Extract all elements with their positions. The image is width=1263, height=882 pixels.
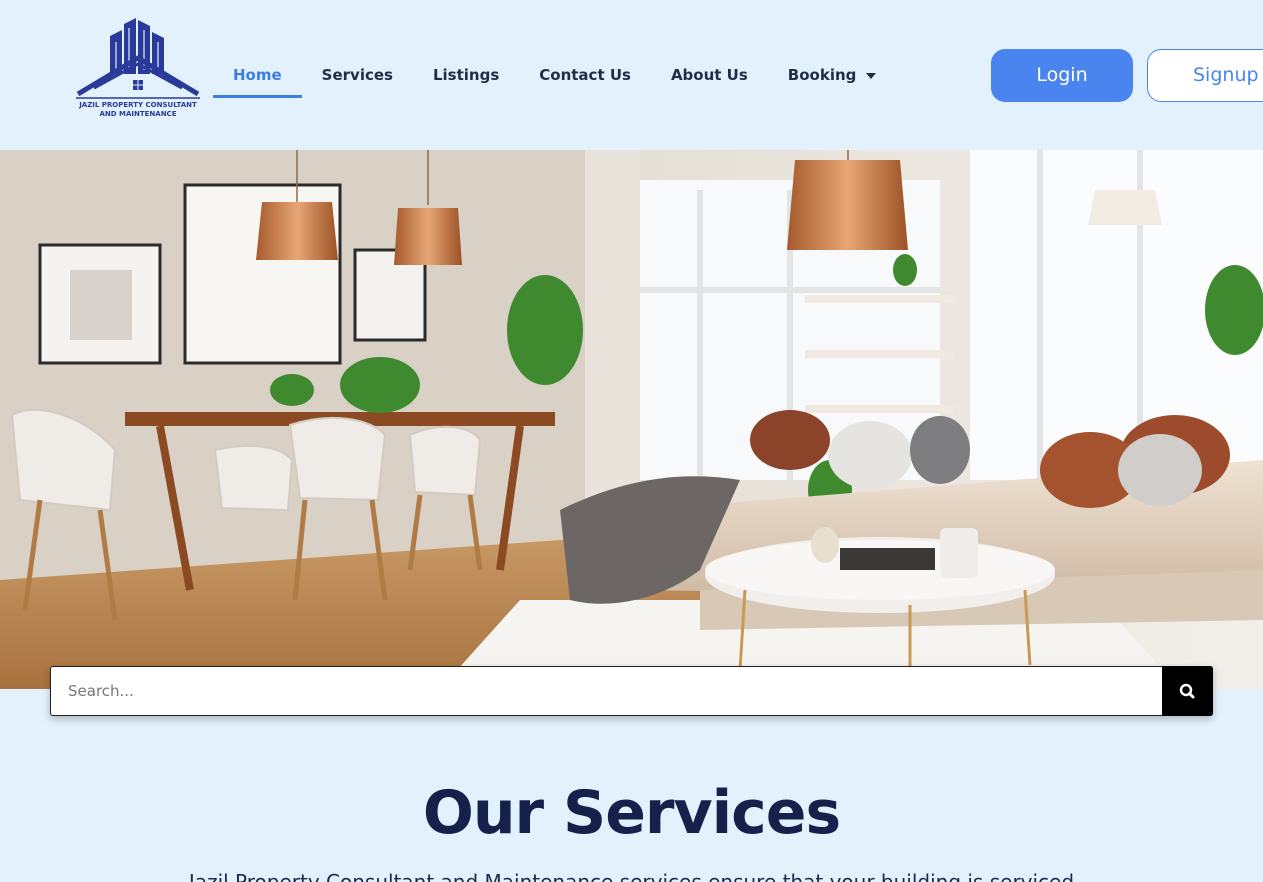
services-heading: Our Services: [422, 778, 841, 848]
login-button[interactable]: Login: [991, 49, 1133, 102]
nav-item-label: Home: [233, 66, 282, 84]
nav-item-label: Services: [321, 66, 393, 84]
search-bar: [50, 666, 1213, 716]
nav-item-label: About Us: [670, 66, 748, 84]
living-room-illustration: [0, 150, 1263, 689]
company-logo[interactable]: JAZIL PROPERTY CONSULTANT AND MAINTENANC…: [72, 14, 204, 122]
logo-buildings-icon: [76, 18, 200, 99]
hero-image: [0, 150, 1263, 689]
nav-item-booking[interactable]: Booking: [768, 52, 897, 98]
search-icon: [1179, 683, 1195, 699]
search-button[interactable]: [1162, 666, 1213, 716]
search-input[interactable]: [51, 667, 1163, 715]
chevron-down-icon: [866, 72, 877, 79]
nav-item-about-us[interactable]: About Us: [651, 52, 768, 98]
services-description: Jazil Property Consultant and Maintenanc…: [188, 870, 1075, 882]
main-nav: Home Services Listings Contact Us About …: [213, 52, 896, 98]
logo-text: JAZIL PROPERTY CONSULTANT AND MAINTENANC…: [72, 101, 204, 119]
site-header: JAZIL PROPERTY CONSULTANT AND MAINTENANC…: [0, 0, 1263, 150]
nav-item-label: Booking: [787, 66, 857, 84]
logo-text-line2: AND MAINTENANCE: [99, 110, 177, 118]
nav-item-contact-us[interactable]: Contact Us: [519, 52, 651, 98]
nav-item-home[interactable]: Home: [213, 52, 302, 98]
signup-button[interactable]: Signup: [1147, 49, 1263, 102]
nav-item-label: Contact Us: [539, 66, 631, 84]
nav-item-listings[interactable]: Listings: [413, 52, 519, 98]
logo-text-line1: JAZIL PROPERTY CONSULTANT: [79, 101, 197, 109]
nav-item-label: Listings: [432, 66, 500, 84]
nav-item-services[interactable]: Services: [302, 52, 413, 98]
